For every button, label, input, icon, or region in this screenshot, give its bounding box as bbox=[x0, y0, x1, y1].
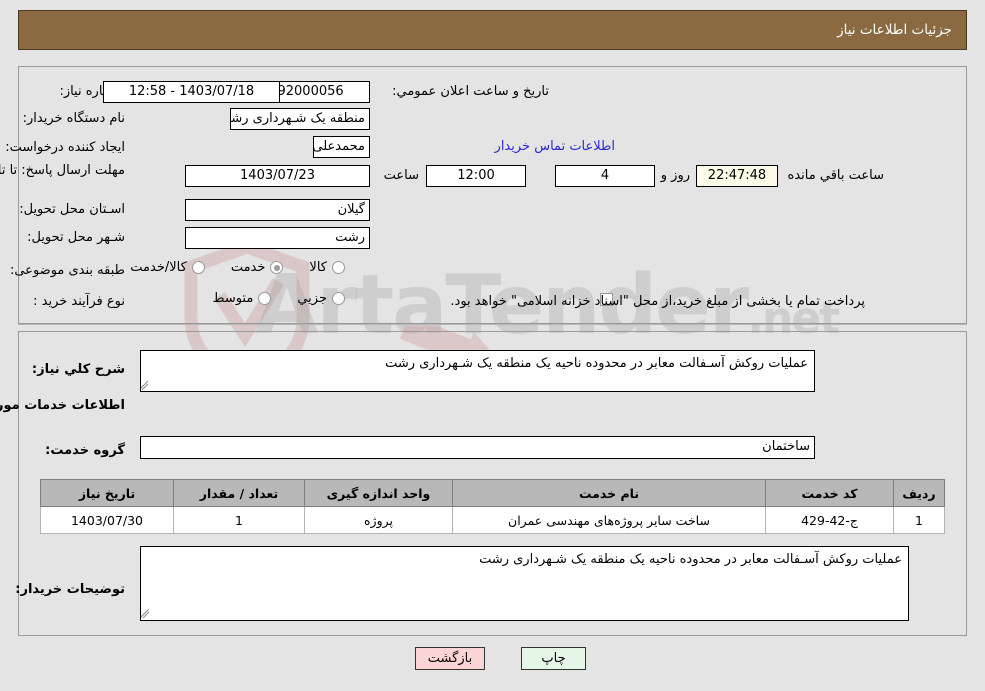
remaining-countdown-value: 22:47:48 bbox=[696, 165, 778, 187]
process-radio-group: جزیي متوسط bbox=[212, 291, 345, 306]
back-button[interactable]: بازگشت bbox=[415, 647, 485, 670]
province-value: گیلان bbox=[185, 199, 370, 221]
buyer-org-value: منطقه یک شـهرداری رشت bbox=[230, 108, 370, 130]
table-row: 1 ج-42-429 ساخت سایر پروژه‌های مهندسی عم… bbox=[40, 506, 945, 534]
td-service-code: ج-42-429 bbox=[765, 506, 894, 534]
td-row-no: 1 bbox=[893, 506, 945, 534]
radio-icon-kala[interactable] bbox=[332, 261, 345, 274]
buyer-org-label: نام دستگاه خریدار: bbox=[22, 111, 125, 126]
general-desc-label: شرح کلي نیاز: bbox=[31, 362, 125, 377]
th-service-name: نام خدمت bbox=[452, 479, 766, 507]
category-radio-khedmat-label: خدمت bbox=[230, 260, 266, 275]
deadline-time-value: 12:00 bbox=[426, 165, 526, 187]
deadline-time-label: ساعت bbox=[383, 168, 419, 183]
need-summary-panel bbox=[18, 66, 967, 324]
service-group-value: ساختمان bbox=[140, 436, 815, 459]
services-table: ردیف کد خدمت نام خدمت واحد اندازه گیری ت… bbox=[40, 479, 945, 534]
category-radio-khedmat[interactable]: خدمت bbox=[231, 260, 284, 275]
category-radio-kala-khedmat[interactable]: کالا/خدمت bbox=[130, 260, 205, 275]
process-radio-motevaset[interactable]: متوسط bbox=[212, 291, 272, 306]
process-radio-jozei-label: جزیي bbox=[297, 291, 327, 306]
announce-datetime-label: تاریخ و ساعت اعلان عمومي: bbox=[392, 84, 549, 99]
td-quantity: 1 bbox=[173, 506, 305, 534]
category-radio-kala[interactable]: کالا bbox=[309, 260, 345, 275]
remaining-days-value: 4 bbox=[555, 165, 655, 187]
table-header-row: ردیف کد خدمت نام خدمت واحد اندازه گیری ت… bbox=[40, 479, 945, 507]
radio-icon-jozei[interactable] bbox=[332, 292, 345, 305]
page-header: جزئیات اطلاعات نیاز bbox=[18, 10, 967, 50]
remaining-countdown-label: ساعت باقي مانده bbox=[787, 168, 884, 183]
treasury-note-label: پرداخت تمام یا بخشی از مبلغ خرید،از محل … bbox=[450, 294, 865, 309]
th-quantity: تعداد / مقدار bbox=[173, 479, 305, 507]
remaining-days-label: روز و bbox=[660, 168, 690, 183]
th-row-no: ردیف bbox=[893, 479, 945, 507]
general-desc-textarea[interactable]: عملیات روکش آسـفالت معابر در محدوده ناحی… bbox=[140, 350, 815, 392]
process-radio-motevaset-label: متوسط bbox=[212, 291, 254, 306]
service-group-label: گروه خدمت: bbox=[45, 443, 125, 458]
buyer-notes-label: توضیحات خریدار: bbox=[15, 582, 125, 597]
td-need-date: 1403/07/30 bbox=[40, 506, 174, 534]
th-service-code: کد خدمت bbox=[765, 479, 894, 507]
buyer-notes-textarea[interactable]: عملیات روکش آسـفالت معابر در محدوده ناحی… bbox=[140, 546, 909, 621]
deadline-label: مهلت ارسال پاسخ: تا تاریخ: bbox=[0, 163, 125, 178]
province-label: اسـتان محل تحویل: bbox=[19, 202, 125, 217]
deadline-date-value: 1403/07/23 bbox=[185, 165, 370, 187]
category-radio-kala-label: کالا bbox=[309, 260, 327, 275]
print-button[interactable]: چاپ bbox=[521, 647, 586, 670]
radio-icon-khedmat[interactable] bbox=[270, 261, 284, 274]
category-radio-kala-khedmat-label: کالا/خدمت bbox=[130, 260, 187, 275]
th-unit: واحد اندازه گیری bbox=[304, 479, 453, 507]
general-desc-value: عملیات روکش آسـفالت معابر در محدوده ناحی… bbox=[385, 356, 808, 371]
panel-divider-top bbox=[18, 324, 967, 325]
radio-icon-motevaset[interactable] bbox=[258, 292, 272, 305]
creator-label: ایجاد کننده درخواست: bbox=[5, 140, 125, 155]
page-title: جزئیات اطلاعات نیاز bbox=[837, 22, 952, 38]
buyer-notes-value: عملیات روکش آسـفالت معابر در محدوده ناحی… bbox=[479, 552, 902, 567]
city-value: رشت bbox=[185, 227, 370, 249]
td-unit: پروژه bbox=[304, 506, 453, 534]
category-radio-group: کالا خدمت کالا/خدمت bbox=[130, 260, 345, 275]
category-label: طبقه بندی موضوعی: bbox=[9, 263, 125, 278]
th-need-date: تاریخ نیاز bbox=[40, 479, 174, 507]
radio-icon-kala-khedmat[interactable] bbox=[191, 261, 205, 274]
creator-value: محمدعلی امینی املشـی کاربرداز منطقه 1 من… bbox=[313, 136, 370, 158]
process-label: نوع فرآیند خرید : bbox=[33, 294, 125, 309]
process-radio-jozei[interactable]: جزیي bbox=[297, 291, 345, 306]
td-service-name: ساخت سایر پروژه‌های مهندسی عمران bbox=[452, 506, 766, 534]
services-info-heading: اطلاعات خدمات مورد نیاز bbox=[0, 398, 125, 413]
announce-datetime-value: 1403/07/18 - 12:58 bbox=[103, 81, 280, 103]
buyer-contact-link[interactable]: اطلاعات تماس خریدار bbox=[495, 139, 615, 154]
resize-grip-icon-2 bbox=[141, 609, 150, 619]
city-label: شـهر محل تحویل: bbox=[27, 230, 125, 245]
resize-grip-icon bbox=[141, 381, 149, 391]
